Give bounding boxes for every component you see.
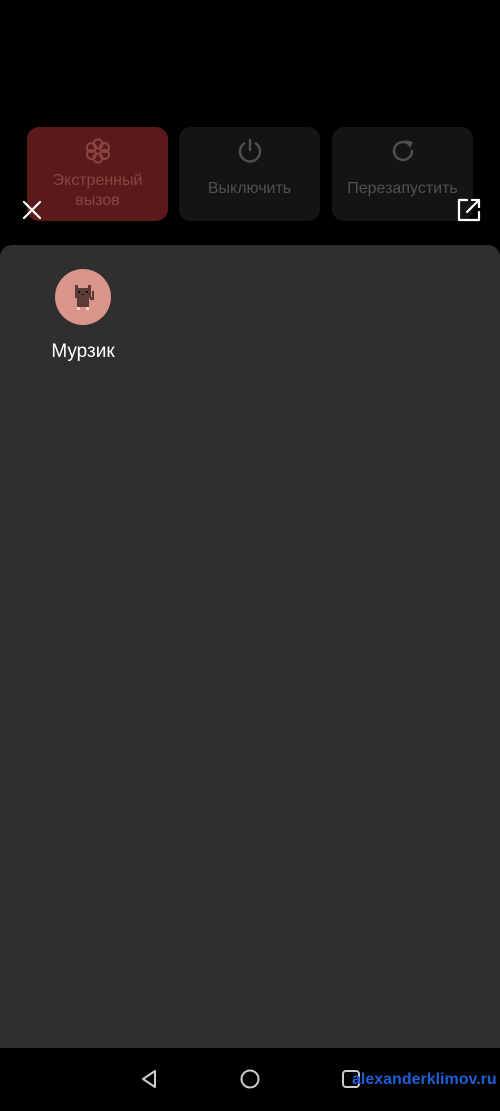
power-icon bbox=[238, 138, 261, 163]
asterisk-icon bbox=[85, 138, 110, 164]
close-icon[interactable] bbox=[20, 198, 44, 222]
open-external-icon[interactable] bbox=[455, 196, 483, 224]
user-name: Мурзик bbox=[51, 341, 115, 362]
watermark-text: alexanderklimov.ru bbox=[352, 1071, 497, 1088]
restart-icon bbox=[392, 140, 413, 162]
cat-icon bbox=[75, 285, 94, 310]
power-off-button[interactable]: Выключить bbox=[179, 127, 320, 221]
emergency-call-label: Экстренный вызов bbox=[52, 172, 143, 209]
restart-button[interactable]: Перезапустить bbox=[332, 127, 473, 221]
restart-label: Перезапустить bbox=[347, 180, 458, 197]
nav-back-icon[interactable] bbox=[138, 1068, 160, 1090]
avatar bbox=[55, 269, 111, 325]
user-switcher-panel: Мурзик bbox=[0, 245, 500, 1048]
emergency-call-button[interactable]: Экстренный вызов bbox=[27, 127, 168, 221]
user-tile[interactable]: Мурзик bbox=[38, 269, 128, 363]
nav-home-icon[interactable] bbox=[239, 1068, 261, 1090]
power-off-label: Выключить bbox=[207, 180, 292, 197]
